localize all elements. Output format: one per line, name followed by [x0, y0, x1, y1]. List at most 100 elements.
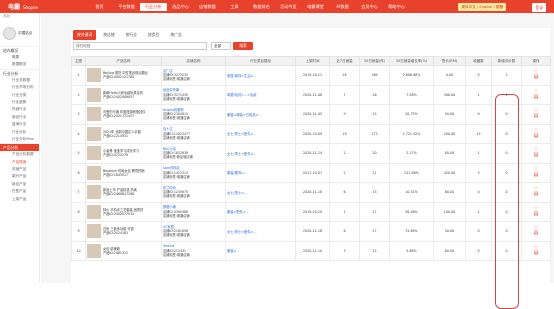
search-button[interactable]: 搜索: [233, 42, 253, 50]
sidebar-item[interactable]: 产品搜索: [0, 159, 39, 166]
sidebar-item[interactable]: 新品行业: [0, 114, 39, 121]
tab-3[interactable]: 按类目: [144, 30, 163, 40]
sidebar-item[interactable]: 在售产品: [0, 188, 39, 195]
product-thumbnail[interactable]: [87, 204, 101, 219]
category-path[interactable]: 女士/男士>配件>...: [225, 123, 296, 144]
tab-0[interactable]: 按关键词: [73, 30, 97, 40]
sidebar-item[interactable]: 行业分析: [0, 129, 39, 136]
category-path[interactable]: 服装>...: [225, 240, 296, 261]
product-thumbnail[interactable]: [87, 165, 101, 180]
avatar[interactable]: [3, 26, 16, 40]
category-path[interactable]: 服装>配件>...: [225, 201, 296, 222]
sidebar-item[interactable]: 新品产品: [0, 181, 39, 188]
column-header[interactable]: 上架时间: [295, 56, 330, 66]
sidebar-item[interactable]: 飙升产品: [0, 173, 39, 180]
sidebar-item[interactable]: 行业分析Max: [0, 136, 39, 143]
sidebar-item[interactable]: 热销行业: [0, 106, 39, 113]
trend-icon[interactable]: ▤: [523, 114, 550, 119]
nav-item-8[interactable]: 电霸课堂: [302, 0, 329, 13]
product-thumbnail[interactable]: [87, 243, 101, 258]
column-header[interactable]: 操作: [521, 56, 551, 66]
trend-icon[interactable]: ▤: [523, 231, 550, 236]
trend-icon[interactable]: ▤: [523, 250, 550, 256]
column-header[interactable]: 行业类目路径: [225, 56, 296, 66]
sidebar-collapse[interactable]: 收起: [0, 13, 39, 20]
app-logo[interactable]: 电霸 Shopee: [0, 2, 58, 11]
product-thumbnail[interactable]: [87, 68, 101, 83]
column-header[interactable]: 30日销量(件): [359, 56, 390, 66]
nav-item-2[interactable]: 行业分析: [140, 2, 167, 11]
product-cell[interactable]: 2021年 全新中国达人手链 产品ID:1214931: [85, 123, 162, 144]
user-site[interactable]: 中国站点: [18, 31, 32, 36]
nav-item-6[interactable]: 数据排名: [248, 0, 275, 13]
sidebar-item[interactable]: 行业总数据: [0, 77, 39, 84]
column-header[interactable]: 30日销量增长率(%): [389, 56, 434, 66]
trend-icon[interactable]: ▤: [523, 172, 550, 178]
trend-icon[interactable]: ▤: [523, 133, 550, 139]
scope-select[interactable]: 全部: [211, 42, 231, 50]
product-cell[interactable]: 特价 手机手工艺套装 品质好 产品ID:2402077034: [85, 201, 162, 222]
product-cell[interactable]: 新款Hello小熊毛绒玩具毛衣 产品ID:2402089057: [85, 84, 162, 105]
sidebar-section-1[interactable]: 行业分析: [0, 68, 39, 77]
sidebar-item[interactable]: 产品分析数据: [0, 151, 39, 158]
category-path[interactable]: 服装/配饰>...: [225, 162, 296, 183]
sidebar-item[interactable]: 行业分类: [0, 92, 39, 99]
trend-icon[interactable]: ▤: [523, 211, 550, 217]
column-header[interactable]: 收藏数: [465, 56, 492, 66]
sidebar-item[interactable]: 数据概览: [0, 61, 39, 68]
column-header[interactable]: 店铺名称: [161, 56, 226, 66]
trend-icon[interactable]: ▤: [523, 153, 550, 158]
sidebar-section-2[interactable]: 产品分析: [0, 143, 39, 152]
nav-item-4[interactable]: 店铺数据: [194, 0, 221, 13]
category-path[interactable]: 母婴/玩具>...>毛绒: [225, 84, 296, 105]
login-button[interactable]: 登录: [532, 3, 546, 12]
trend-icon[interactable]: ▤: [523, 192, 550, 197]
language-switch[interactable]: 简体中文 / English / 繁體: [458, 3, 506, 11]
column-header[interactable]: 新增评价数: [491, 56, 522, 66]
search-input[interactable]: 排扫电视: [73, 42, 207, 50]
sidebar-item[interactable]: 行业趋势: [0, 99, 39, 106]
product-cell[interactable]: Brooklyn 时尚女包 跨境热销 产品ID:1843017: [85, 162, 162, 183]
product-cell[interactable]: 女包 精美款 产品ID:2481312: [85, 240, 162, 261]
product-cell[interactable]: Beijing 现货 中性笔出现点翻出 产品ID:4002121785: [85, 65, 162, 86]
product-thumbnail[interactable]: [87, 224, 101, 239]
column-header[interactable]: 售价(RM): [433, 56, 466, 66]
column-header[interactable]: 产品名称: [85, 56, 162, 66]
nav-item-10[interactable]: 会员中心: [356, 0, 383, 13]
product-cell[interactable]: 小蜜蜂 宝宝学习成长学习 产品ID:4723279: [85, 143, 162, 164]
nav-item-3[interactable]: 选品中心: [167, 0, 194, 13]
product-thumbnail[interactable]: [87, 87, 101, 102]
nav-item-9[interactable]: AI数据: [329, 0, 356, 13]
tab-4[interactable]: 按广告: [166, 30, 185, 40]
cell-value: 2.17%: [389, 143, 434, 164]
product-thumbnail[interactable]: [87, 107, 101, 122]
nav-item-7[interactable]: 活动专区: [275, 0, 302, 13]
tab-2[interactable]: 按行业: [122, 30, 141, 40]
product-cell[interactable]: 白色 三款多功能 可选 产品ID:2024163: [85, 221, 162, 242]
tab-1[interactable]: 按店铺: [99, 30, 118, 40]
category-path[interactable]: 家居/家具>生活>...: [225, 65, 296, 86]
sidebar-section-0[interactable]: 站内概况: [0, 46, 39, 54]
column-header[interactable]: 主图: [71, 56, 86, 66]
category-path[interactable]: 女士/男士>配件>...: [225, 221, 296, 242]
product-thumbnail[interactable]: [87, 146, 101, 161]
sidebar-item[interactable]: 行业市场分布: [0, 84, 39, 91]
sidebar-item[interactable]: 蓝海行业: [0, 121, 39, 128]
product-thumbnail[interactable]: [87, 126, 101, 141]
trend-icon[interactable]: ▤: [523, 75, 550, 80]
category-path[interactable]: 服装>服装>日用品>...: [225, 104, 296, 125]
sidebar-item[interactable]: 上架产品: [0, 196, 39, 203]
trend-icon[interactable]: ▤: [523, 94, 550, 100]
sidebar-item[interactable]: 热销产品: [0, 166, 39, 173]
column-header[interactable]: 近7日销量: [329, 56, 360, 66]
nav-item-0[interactable]: 首页: [86, 0, 113, 13]
nav-item-5[interactable]: 工具: [221, 0, 248, 13]
product-thumbnail[interactable]: [87, 185, 101, 200]
product-cell[interactable]: 新品上市 产品精选 热卖 产品ID:2469817268: [85, 182, 162, 203]
category-path[interactable]: 女士/男士>...: [225, 182, 296, 203]
nav-item-1[interactable]: 平台数据: [113, 0, 140, 13]
sidebar-item[interactable]: 概要: [0, 54, 39, 61]
nav-item-11[interactable]: 帮助中心: [383, 0, 410, 13]
product-cell[interactable]: 可爱的卡通 印度旅游帐篷挂件 产品ID:2431731437: [85, 104, 162, 125]
category-path[interactable]: 女士/男士>配件>...: [225, 143, 296, 164]
